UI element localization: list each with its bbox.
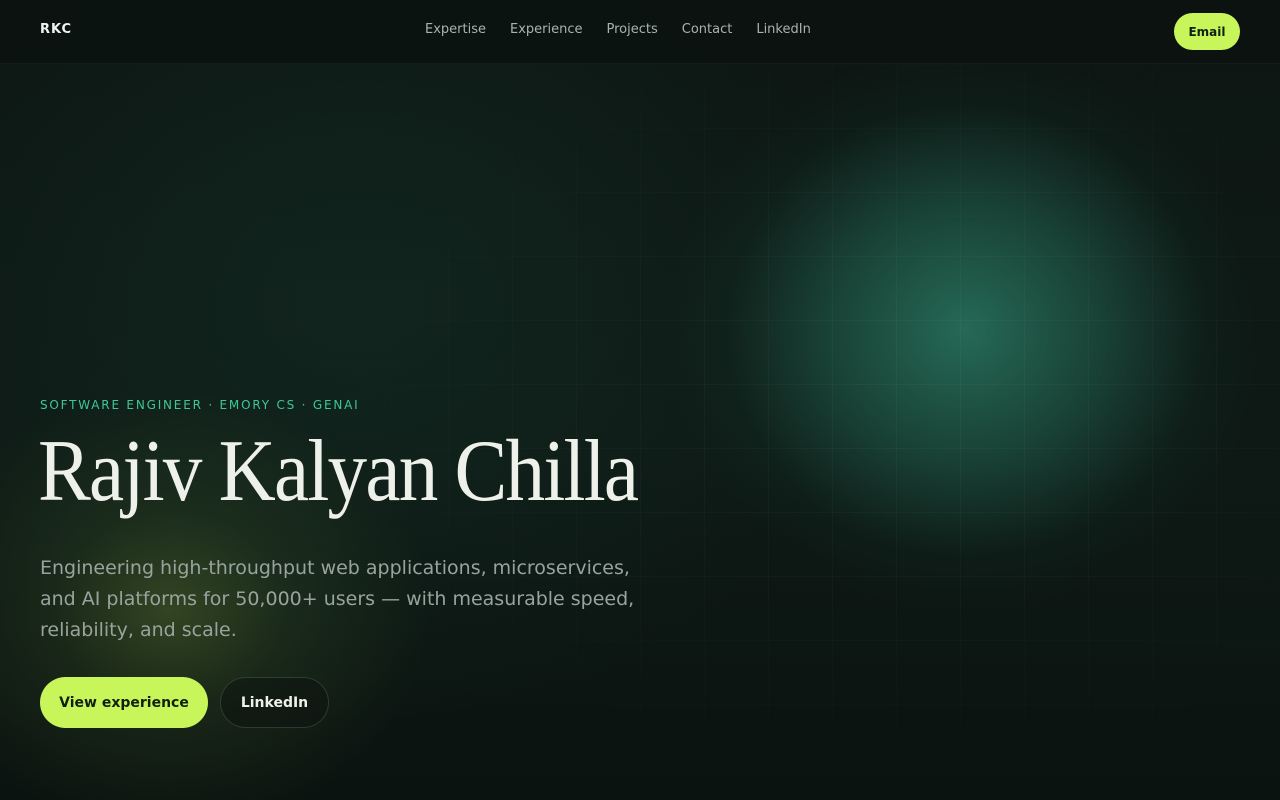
email-button[interactable]: Email	[1174, 13, 1240, 50]
hero-description: Engineering high-throughput web applicat…	[40, 557, 635, 641]
view-experience-button[interactable]: View experience	[40, 677, 208, 728]
nav-link-contact[interactable]: Contact	[682, 22, 733, 37]
page: RKC Expertise Experience Projects Contac…	[0, 0, 1280, 800]
nav-link-expertise[interactable]: Expertise	[425, 22, 486, 37]
hero-eyebrow: SOFTWARE ENGINEER · EMORY CS · GENAI	[40, 398, 360, 412]
nav-link-experience[interactable]: Experience	[510, 22, 583, 37]
hero-title: Rajiv Kalyan Chilla	[38, 423, 639, 520]
nav-link-linkedin[interactable]: LinkedIn	[756, 22, 810, 37]
top-navbar: RKC Expertise Experience Projects Contac…	[0, 0, 1280, 64]
logo[interactable]: RKC	[40, 22, 72, 37]
nav-links: Expertise Experience Projects Contact Li…	[425, 22, 811, 37]
nav-link-projects[interactable]: Projects	[606, 22, 657, 37]
linkedin-button[interactable]: LinkedIn	[220, 677, 329, 728]
